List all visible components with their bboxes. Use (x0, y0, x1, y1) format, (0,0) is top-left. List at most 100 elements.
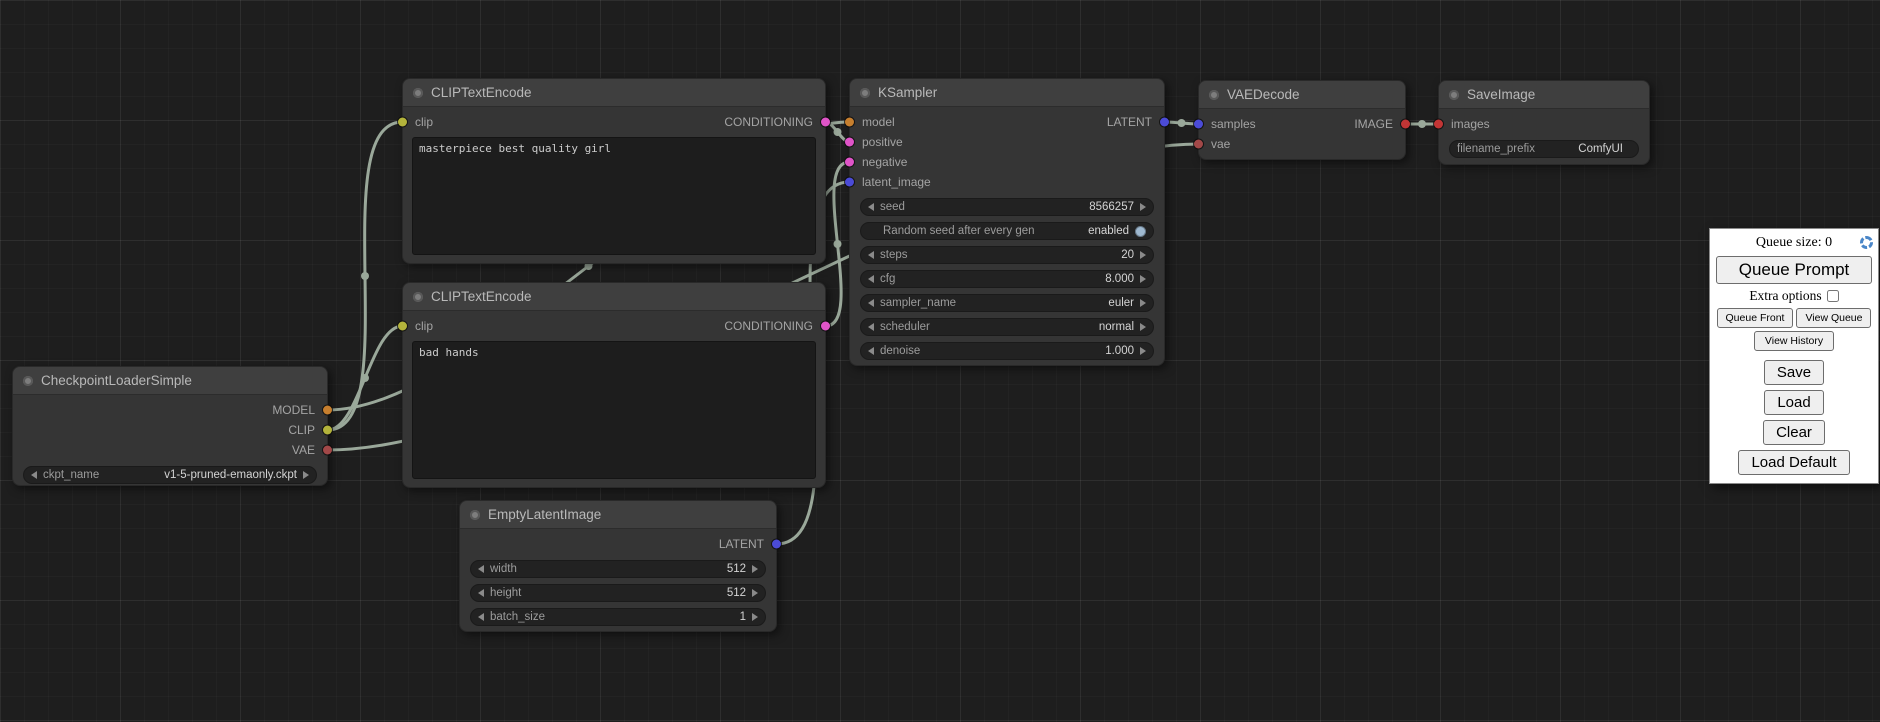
queue-prompt-button[interactable]: Queue Prompt (1716, 256, 1872, 284)
save-button[interactable]: Save (1764, 360, 1824, 385)
model-input-port[interactable] (845, 118, 854, 127)
decrement-arrow-icon[interactable] (868, 275, 874, 283)
node-title-bar[interactable]: EmptyLatentImage (460, 501, 776, 529)
increment-arrow-icon[interactable] (1140, 299, 1146, 307)
load-button[interactable]: Load (1764, 390, 1823, 415)
widget-label: cfg (880, 273, 895, 285)
decrement-arrow-icon[interactable] (478, 613, 484, 621)
extra-options-checkbox[interactable] (1827, 290, 1839, 302)
collapse-dot-icon[interactable] (413, 292, 423, 302)
collapse-dot-icon[interactable] (1209, 90, 1219, 100)
input-label-latent-image: latent_image (862, 175, 931, 189)
input-label-clip: clip (415, 115, 433, 129)
node-vae-decode[interactable]: VAEDecode samples IMAGE vae (1198, 80, 1406, 160)
decrement-arrow-icon[interactable] (868, 323, 874, 331)
node-title-bar[interactable]: CLIPTextEncode (403, 79, 825, 107)
widget-label: ckpt_name (43, 469, 99, 481)
conditioning-output-port[interactable] (821, 118, 830, 127)
widget-filename-prefix[interactable]: filename_prefix ComfyUI (1449, 140, 1639, 158)
widget-width[interactable]: width 512 (470, 560, 766, 578)
node-clip-text-encode-negative[interactable]: CLIPTextEncode clip CONDITIONING bad han… (402, 282, 826, 488)
widget-value: 1.000 (1105, 345, 1134, 357)
collapse-dot-icon[interactable] (860, 88, 870, 98)
increment-arrow-icon[interactable] (1140, 251, 1146, 259)
node-ksampler[interactable]: KSampler model LATENT positive negative … (849, 78, 1165, 366)
input-label-negative: negative (862, 155, 907, 169)
settings-gear-icon[interactable] (1860, 236, 1873, 249)
increment-arrow-icon[interactable] (1140, 323, 1146, 331)
node-checkpoint-loader-simple[interactable]: CheckpointLoaderSimple MODEL CLIP VAE ck… (12, 366, 328, 486)
queue-front-button[interactable]: Queue Front (1717, 308, 1794, 328)
collapse-dot-icon[interactable] (23, 376, 33, 386)
decrement-arrow-icon[interactable] (868, 251, 874, 259)
decrement-arrow-icon[interactable] (868, 203, 874, 211)
node-title: CLIPTextEncode (431, 85, 532, 100)
output-label-latent: LATENT (719, 537, 764, 551)
node-title-bar[interactable]: CLIPTextEncode (403, 283, 825, 311)
widget-seed[interactable]: seed 8566257 (860, 198, 1154, 216)
latent-image-input-port[interactable] (845, 178, 854, 187)
collapse-dot-icon[interactable] (413, 88, 423, 98)
increment-arrow-icon[interactable] (303, 471, 309, 479)
increment-arrow-icon[interactable] (752, 589, 758, 597)
node-title-bar[interactable]: CheckpointLoaderSimple (13, 367, 327, 395)
samples-input-port[interactable] (1194, 120, 1203, 129)
node-title-bar[interactable]: KSampler (850, 79, 1164, 107)
decrement-arrow-icon[interactable] (478, 589, 484, 597)
input-label-model: model (862, 115, 895, 129)
collapse-dot-icon[interactable] (470, 510, 480, 520)
increment-arrow-icon[interactable] (752, 565, 758, 573)
view-queue-button[interactable]: View Queue (1796, 308, 1871, 328)
widget-sampler-name[interactable]: sampler_name euler (860, 294, 1154, 312)
collapse-dot-icon[interactable] (1449, 90, 1459, 100)
node-title-bar[interactable]: SaveImage (1439, 81, 1649, 109)
widget-steps[interactable]: steps 20 (860, 246, 1154, 264)
load-default-button[interactable]: Load Default (1738, 450, 1850, 475)
image-output-port[interactable] (1401, 120, 1410, 129)
decrement-arrow-icon[interactable] (868, 347, 874, 355)
widget-value: 1 (740, 611, 746, 623)
node-empty-latent-image[interactable]: EmptyLatentImage LATENT width 512 height… (459, 500, 777, 632)
node-title: CheckpointLoaderSimple (41, 373, 192, 388)
latent-output-port[interactable] (1160, 118, 1169, 127)
random-seed-toggle[interactable] (1135, 226, 1146, 237)
node-clip-text-encode-positive[interactable]: CLIPTextEncode clip CONDITIONING masterp… (402, 78, 826, 264)
widget-cfg[interactable]: cfg 8.000 (860, 270, 1154, 288)
widget-scheduler[interactable]: scheduler normal (860, 318, 1154, 336)
model-output-port[interactable] (323, 406, 332, 415)
widget-denoise[interactable]: denoise 1.000 (860, 342, 1154, 360)
positive-input-port[interactable] (845, 138, 854, 147)
view-history-button[interactable]: View History (1754, 331, 1834, 351)
prompt-textarea[interactable]: bad hands (412, 341, 816, 479)
increment-arrow-icon[interactable] (1140, 275, 1146, 283)
node-title: CLIPTextEncode (431, 289, 532, 304)
input-label-positive: positive (862, 135, 903, 149)
negative-input-port[interactable] (845, 158, 854, 167)
widget-value: 512 (727, 587, 746, 599)
increment-arrow-icon[interactable] (752, 613, 758, 621)
images-input-port[interactable] (1434, 120, 1443, 129)
clip-input-port[interactable] (398, 118, 407, 127)
clip-output-port[interactable] (323, 426, 332, 435)
increment-arrow-icon[interactable] (1140, 347, 1146, 355)
vae-output-port[interactable] (323, 446, 332, 455)
node-save-image[interactable]: SaveImage images filename_prefix ComfyUI (1438, 80, 1650, 165)
prompt-textarea[interactable]: masterpiece best quality girl (412, 137, 816, 255)
vae-input-port[interactable] (1194, 140, 1203, 149)
workflow-canvas[interactable]: CheckpointLoaderSimple MODEL CLIP VAE ck… (0, 0, 1880, 722)
widget-ckpt-name[interactable]: ckpt_name v1-5-pruned-emaonly.ckpt (23, 466, 317, 484)
conditioning-output-port[interactable] (821, 322, 830, 331)
decrement-arrow-icon[interactable] (478, 565, 484, 573)
increment-arrow-icon[interactable] (1140, 203, 1146, 211)
clip-input-port[interactable] (398, 322, 407, 331)
decrement-arrow-icon[interactable] (31, 471, 37, 479)
node-title-bar[interactable]: VAEDecode (1199, 81, 1405, 109)
widget-random-seed[interactable]: Random seed after every gen enabled (860, 222, 1154, 240)
clear-button[interactable]: Clear (1763, 420, 1825, 445)
widget-label: height (490, 587, 521, 599)
decrement-arrow-icon[interactable] (868, 299, 874, 307)
widget-batch-size[interactable]: batch_size 1 (470, 608, 766, 626)
extra-options-label: Extra options (1749, 288, 1821, 304)
widget-height[interactable]: height 512 (470, 584, 766, 602)
latent-output-port[interactable] (772, 540, 781, 549)
